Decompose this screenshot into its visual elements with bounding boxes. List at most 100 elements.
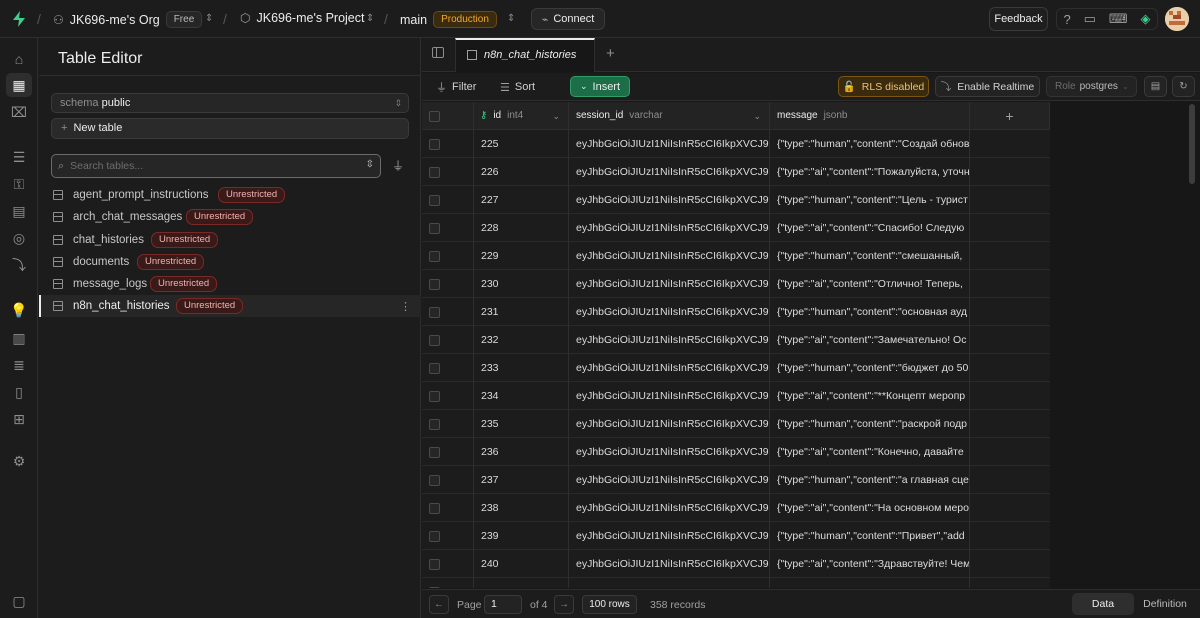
help-icon[interactable]: ?	[1063, 12, 1070, 27]
session-id-cell[interactable]: eyJhbGciOiJIUzI1NiIsInR5cCI6IkpXVCJ9.	[569, 270, 770, 298]
session-id-cell[interactable]: eyJhbGciOiJIUzI1NiIsInR5cCI6IkpXVCJ9.	[569, 298, 770, 326]
connect-button[interactable]: ⌁ Connect	[531, 8, 605, 30]
project-switch-chevron-icon[interactable]: ⇕	[366, 13, 374, 24]
message-cell[interactable]: {"type":"ai","content":"Конечно, давайте	[770, 438, 970, 466]
table-row[interactable]: 233 eyJhbGciOiJIUzI1NiIsInR5cCI6IkpXVCJ9.…	[422, 354, 1050, 382]
sort-button[interactable]: ☰ Sort	[500, 78, 535, 96]
table-row[interactable]	[422, 578, 1050, 588]
role-selector[interactable]: Role postgres ⌄	[1046, 76, 1137, 97]
table-list-item[interactable]: message_logs Unrestricted	[39, 273, 421, 295]
message-cell[interactable]: {"type":"ai","content":"Пожалуйста, уточ…	[770, 158, 970, 186]
session-id-cell[interactable]: eyJhbGciOiJIUzI1NiIsInR5cCI6IkpXVCJ9.	[569, 354, 770, 382]
table-list-item[interactable]: documents Unrestricted	[39, 251, 421, 273]
next-page-icon[interactable]: →	[554, 595, 574, 614]
id-cell[interactable]: 236	[474, 438, 569, 466]
definition-view-tab[interactable]: Definition	[1134, 593, 1196, 615]
id-cell[interactable]: 225	[474, 130, 569, 158]
id-cell[interactable]: 234	[474, 382, 569, 410]
storage-icon[interactable]: ▤	[10, 202, 28, 220]
id-cell[interactable]: 239	[474, 522, 569, 550]
branch-switch-chevron-icon[interactable]: ⇕	[507, 13, 515, 24]
row-checkbox[interactable]	[429, 195, 440, 206]
session-id-cell[interactable]: eyJhbGciOiJIUzI1NiIsInR5cCI6IkpXVCJ9.	[569, 466, 770, 494]
integrations-icon[interactable]: ⊞	[10, 410, 28, 428]
id-cell[interactable]: 229	[474, 242, 569, 270]
table-row[interactable]: 234 eyJhbGciOiJIUzI1NiIsInR5cCI6IkpXVCJ9.…	[422, 382, 1050, 410]
row-checkbox[interactable]	[429, 447, 440, 458]
row-checkbox[interactable]	[429, 559, 440, 570]
table-row[interactable]: 239 eyJhbGciOiJIUzI1NiIsInR5cCI6IkpXVCJ9.…	[422, 522, 1050, 550]
session-id-cell[interactable]: eyJhbGciOiJIUzI1NiIsInR5cCI6IkpXVCJ9.	[569, 550, 770, 578]
vertical-scrollbar[interactable]	[1189, 104, 1195, 184]
schema-selector[interactable]: schema public ⇕	[51, 93, 409, 113]
column-header-session-id[interactable]: session_id varchar ⌄	[569, 102, 770, 130]
id-cell[interactable]: 240	[474, 550, 569, 578]
api-docs-icon[interactable]: ▯	[10, 383, 28, 401]
add-column-icon[interactable]: +	[970, 102, 1050, 130]
message-cell[interactable]: {"type":"ai","content":"Отлично! Теперь,	[770, 270, 970, 298]
id-cell[interactable]: 232	[474, 326, 569, 354]
message-cell[interactable]: {"type":"human","content":"основная ауд	[770, 298, 970, 326]
toggle-sidebar-icon[interactable]	[432, 47, 444, 58]
previous-page-icon[interactable]: ←	[429, 595, 449, 614]
message-cell[interactable]: {"type":"human","content":"бюджет до 50	[770, 354, 970, 382]
table-row[interactable]: 227 eyJhbGciOiJIUzI1NiIsInR5cCI6IkpXVCJ9.…	[422, 186, 1050, 214]
insert-button[interactable]: ⌄ Insert	[570, 76, 630, 97]
session-id-cell[interactable]: eyJhbGciOiJIUzI1NiIsInR5cCI6IkpXVCJ9.	[569, 186, 770, 214]
id-cell[interactable]: 227	[474, 186, 569, 214]
table-row[interactable]: 237 eyJhbGciOiJIUzI1NiIsInR5cCI6IkpXVCJ9.…	[422, 466, 1050, 494]
column-header-message[interactable]: message jsonb	[770, 102, 970, 130]
session-id-cell[interactable]: eyJhbGciOiJIUzI1NiIsInR5cCI6IkpXVCJ9.	[569, 326, 770, 354]
table-list-item[interactable]: agent_prompt_instructions Unrestricted	[39, 184, 421, 206]
message-cell[interactable]: {"type":"human","content":"раскрой подр	[770, 410, 970, 438]
row-checkbox[interactable]	[429, 279, 440, 290]
table-row[interactable]: 235 eyJhbGciOiJIUzI1NiIsInR5cCI6IkpXVCJ9.…	[422, 410, 1050, 438]
table-row[interactable]: 226 eyJhbGciOiJIUzI1NiIsInR5cCI6IkpXVCJ9.…	[422, 158, 1050, 186]
message-cell[interactable]: {"type":"ai","content":"Спасибо! Следую	[770, 214, 970, 242]
session-id-cell[interactable]: eyJhbGciOiJIUzI1NiIsInR5cCI6IkpXVCJ9.	[569, 130, 770, 158]
message-cell[interactable]: {"type":"human","content":"Привет","add	[770, 522, 970, 550]
chevron-down-icon[interactable]: ⌄	[552, 102, 560, 130]
table-row[interactable]: 230 eyJhbGciOiJIUzI1NiIsInR5cCI6IkpXVCJ9.…	[422, 270, 1050, 298]
row-checkbox[interactable]	[429, 587, 440, 588]
table-list-item[interactable]: arch_chat_messages Unrestricted	[39, 206, 421, 228]
id-cell[interactable]: 235	[474, 410, 569, 438]
row-checkbox[interactable]	[429, 419, 440, 430]
message-cell[interactable]: {"type":"human","content":"смешанный,	[770, 242, 970, 270]
project-selector[interactable]: ⬡ JK696-me's Project	[240, 11, 364, 25]
session-id-cell[interactable]: eyJhbGciOiJIUzI1NiIsInR5cCI6IkpXVCJ9.	[569, 494, 770, 522]
message-cell[interactable]: {"type":"ai","content":"**Концепт меропр	[770, 382, 970, 410]
id-cell[interactable]: 226	[474, 158, 569, 186]
home-icon[interactable]: ⌂	[10, 50, 28, 68]
table-row[interactable]: 231 eyJhbGciOiJIUzI1NiIsInR5cCI6IkpXVCJ9.…	[422, 298, 1050, 326]
session-id-cell[interactable]: eyJhbGciOiJIUzI1NiIsInR5cCI6IkpXVCJ9.	[569, 214, 770, 242]
message-cell[interactable]: {"type":"human","content":"Цель - турист	[770, 186, 970, 214]
authentication-icon[interactable]: ⚿	[10, 175, 28, 193]
id-cell[interactable]: 230	[474, 270, 569, 298]
collapse-expand-icon[interactable]: ⇳	[366, 159, 374, 170]
session-id-cell[interactable]	[569, 578, 770, 588]
message-cell[interactable]: {"type":"human","content":"а главная сце	[770, 466, 970, 494]
database-icon[interactable]: ☰	[10, 148, 28, 166]
id-cell[interactable]: 233	[474, 354, 569, 382]
column-header-id[interactable]: ⚷ id int4 ⌄	[474, 102, 569, 130]
advisors-icon[interactable]: 💡	[10, 301, 28, 319]
filter-icon[interactable]: ⏚	[387, 154, 409, 178]
id-cell[interactable]: 238	[474, 494, 569, 522]
table-row[interactable]: 236 eyJhbGciOiJIUzI1NiIsInR5cCI6IkpXVCJ9.…	[422, 438, 1050, 466]
org-switch-chevron-icon[interactable]: ⇕	[205, 13, 213, 24]
page-input[interactable]: 1	[484, 595, 522, 614]
id-cell[interactable]	[474, 578, 569, 588]
row-checkbox[interactable]	[429, 475, 440, 486]
table-row[interactable]: 238 eyJhbGciOiJIUzI1NiIsInR5cCI6IkpXVCJ9.…	[422, 494, 1050, 522]
search-input[interactable]	[70, 160, 341, 172]
table-list-item-selected[interactable]: n8n_chat_histories Unrestricted ⋮	[39, 295, 421, 317]
data-view-tab[interactable]: Data	[1072, 593, 1134, 615]
row-checkbox[interactable]	[429, 503, 440, 514]
settings-icon[interactable]: ⚙	[10, 452, 28, 470]
rows-per-page-selector[interactable]: 100 rows	[582, 595, 637, 614]
message-cell[interactable]: {"type":"ai","content":"Здравствуйте! Че…	[770, 550, 970, 578]
inbox-icon[interactable]: ▭	[1084, 11, 1096, 27]
table-row[interactable]: 228 eyJhbGciOiJIUzI1NiIsInR5cCI6IkpXVCJ9.…	[422, 214, 1050, 242]
message-cell[interactable]	[770, 578, 970, 588]
